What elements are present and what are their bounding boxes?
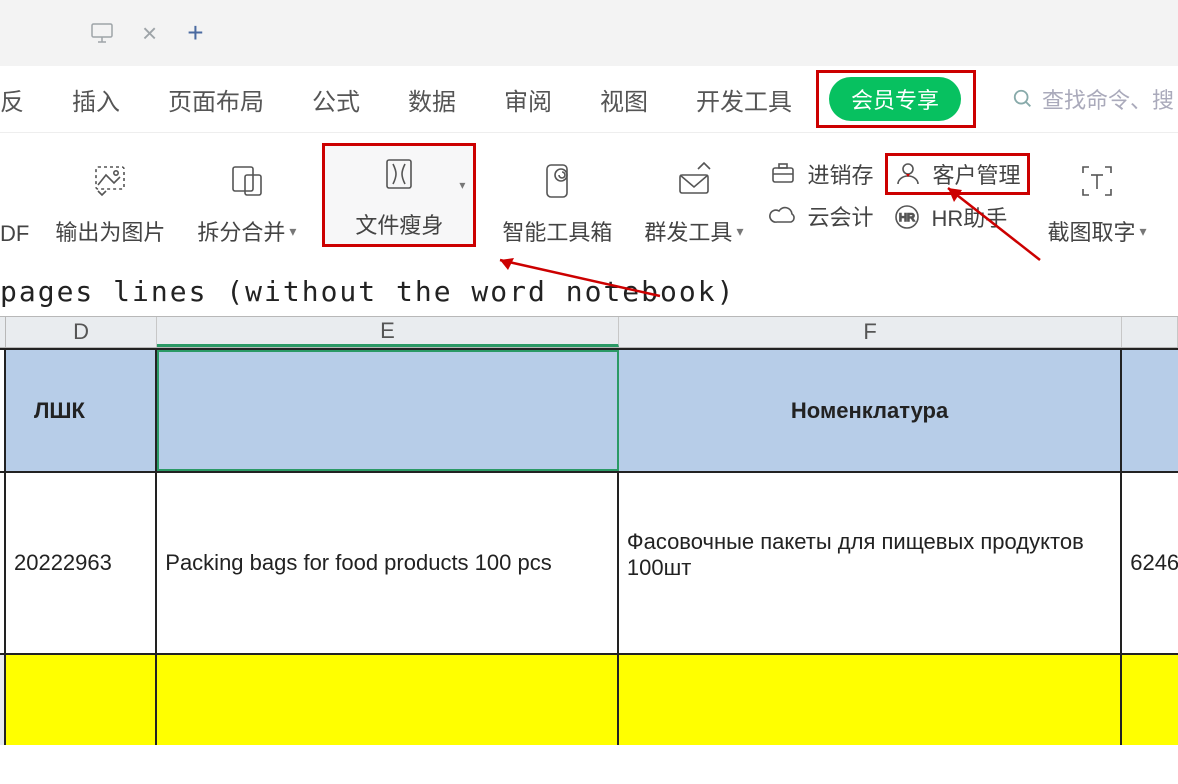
menu-item-formula[interactable]: 公式 xyxy=(288,82,384,117)
colhead-d[interactable]: D xyxy=(6,317,157,347)
ribbon-screenshot-text-label: 截图取字▾ xyxy=(1048,215,1147,247)
ribbon-split-merge-label: 拆分合并▾ xyxy=(197,215,296,247)
command-search[interactable]: 查找命令、搜 xyxy=(1012,83,1174,115)
file-slim-icon xyxy=(379,154,419,194)
menu-item-page-layout[interactable]: 页面布局 xyxy=(144,82,288,117)
column-headers: D E F xyxy=(0,316,1178,348)
data-row-2 xyxy=(0,655,1178,745)
cell-e1[interactable]: Packing bags for food products 100 pcs xyxy=(157,473,619,653)
ribbon-smart-toolbox-label: 智能工具箱 xyxy=(502,215,612,247)
ribbon-hr-assist[interactable]: HR HR助手 xyxy=(893,201,1021,233)
ribbon-customer-mgmt[interactable]: 客户管理 xyxy=(885,153,1029,195)
menu-vip-highlight: 会员专享 xyxy=(816,70,976,128)
tab-actions: × xyxy=(90,18,157,49)
smart-toolbox-icon xyxy=(537,161,577,201)
customer-icon xyxy=(894,160,922,188)
search-icon xyxy=(1012,88,1034,110)
menubar: 反 插入 页面布局 公式 数据 审阅 视图 开发工具 会员专享 查找命令、搜 xyxy=(0,66,1178,132)
titlebar: × + xyxy=(0,0,1178,66)
cell-header-e-selected[interactable] xyxy=(157,350,619,471)
colhead-e[interactable]: E xyxy=(157,317,619,347)
ribbon-export-image-label: 输出为图片 xyxy=(55,215,165,247)
menu-item-0[interactable]: 反 xyxy=(0,82,48,117)
ribbon: DF 输出为图片 拆分合并▾ ▾ 文件瘦身 xyxy=(0,132,1178,263)
ribbon-file-slim-label: 文件瘦身 xyxy=(355,208,443,240)
svg-text:HR: HR xyxy=(900,212,916,224)
inventory-icon xyxy=(769,160,797,188)
cell-f2[interactable] xyxy=(619,655,1122,745)
ribbon-cloud-accounting[interactable]: 云会计 xyxy=(769,200,873,232)
menu-item-vip[interactable]: 会员专享 xyxy=(829,77,961,121)
screenshot-text-icon xyxy=(1077,161,1117,201)
cell-g1[interactable]: 6246 xyxy=(1122,473,1178,653)
hr-icon: HR xyxy=(893,203,921,231)
menu-item-view[interactable]: 视图 xyxy=(576,82,672,117)
ribbon-file-slim[interactable]: ▾ 文件瘦身 xyxy=(322,143,476,247)
cell-header-g[interactable] xyxy=(1122,350,1178,471)
ribbon-smart-toolbox[interactable]: 智能工具箱 xyxy=(486,143,628,247)
colhead-g[interactable] xyxy=(1122,317,1178,347)
ribbon-export-image[interactable]: 输出为图片 xyxy=(39,143,181,247)
formula-bar[interactable]: pages lines (without the word notebook) xyxy=(0,263,1178,316)
colhead-f[interactable]: F xyxy=(619,317,1122,347)
ribbon-pdf-label: DF xyxy=(0,221,29,247)
ribbon-col-finance: 进销存 云会计 xyxy=(759,143,883,247)
menu-item-review[interactable]: 审阅 xyxy=(480,82,576,117)
tab-add-button[interactable]: + xyxy=(187,17,203,49)
cell-d2[interactable] xyxy=(6,655,157,745)
cell-header-d[interactable]: ЛШК xyxy=(6,350,157,471)
ribbon-pdf[interactable]: DF xyxy=(0,143,39,247)
ribbon-mass-send-label: 群发工具▾ xyxy=(644,215,743,247)
menu-item-devtools[interactable]: 开发工具 xyxy=(672,82,816,117)
menu-item-insert[interactable]: 插入 xyxy=(48,82,144,117)
cell-g2[interactable] xyxy=(1122,655,1178,745)
presentation-icon[interactable] xyxy=(90,21,114,45)
cell-e2[interactable] xyxy=(157,655,619,745)
tab-close-button[interactable]: × xyxy=(142,18,157,49)
ribbon-mass-send[interactable]: 群发工具▾ xyxy=(628,143,759,247)
spreadsheet: D E F ЛШК Номенклатура 20222963 Packing … xyxy=(0,316,1178,745)
ribbon-split-merge[interactable]: 拆分合并▾ xyxy=(181,143,312,247)
cloud-icon xyxy=(769,202,797,230)
ribbon-screenshot-text[interactable]: 截图取字▾ xyxy=(1032,143,1163,247)
image-export-icon xyxy=(90,161,130,201)
dropdown-icon[interactable]: ▾ xyxy=(459,178,465,192)
mass-send-icon xyxy=(674,161,714,201)
header-row: ЛШК Номенклатура xyxy=(0,348,1178,473)
split-merge-icon xyxy=(227,161,267,201)
cell-d1[interactable]: 20222963 xyxy=(6,473,157,653)
cell-f1[interactable]: Фасовочные пакеты для пищевых продуктов … xyxy=(619,473,1122,653)
search-placeholder: 查找命令、搜 xyxy=(1042,83,1174,115)
menu-item-data[interactable]: 数据 xyxy=(384,82,480,117)
data-row-1: 20222963 Packing bags for food products … xyxy=(0,473,1178,655)
ribbon-col-people: 客户管理 HR HR助手 xyxy=(883,143,1031,247)
ribbon-inventory[interactable]: 进销存 xyxy=(769,158,873,190)
cell-header-f[interactable]: Номенклатура xyxy=(619,350,1122,471)
